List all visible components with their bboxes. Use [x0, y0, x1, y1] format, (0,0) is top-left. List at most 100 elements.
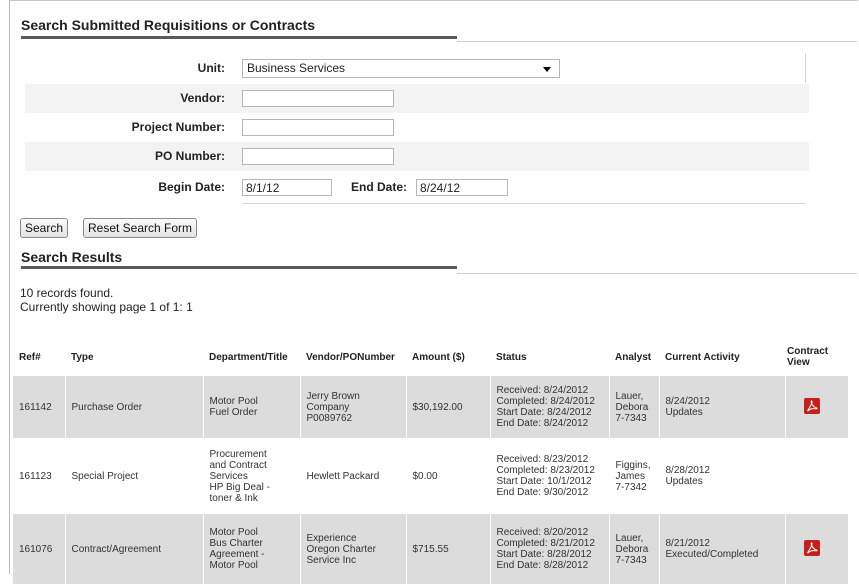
contract-view-cell [785, 514, 849, 584]
amount-cell: $30,192.00 [406, 376, 491, 438]
table-row[interactable]: 161142 Purchase Order Motor Pool Fuel Order… [13, 376, 849, 438]
type-cell: Special Project [65, 438, 204, 514]
analyst-cell-line: 7-7342 [615, 481, 647, 493]
results-title: Search Results [21, 249, 123, 265]
status-cell-line: Received: 8/24/2012 [496, 385, 589, 396]
col-vendor[interactable]: Vendor/PONumber [300, 338, 406, 376]
type-cell: Contract/Agreement [65, 514, 204, 584]
analyst-cell: Lauer, Debora 7-7343 [609, 376, 660, 438]
status-cell: Received: 8/23/2012 Completed: 8/23/2012 S… [490, 438, 610, 514]
ref-cell: 161123 [13, 438, 66, 514]
col-current-activity[interactable]: Current Activity [659, 338, 785, 376]
status-cell-line: Received: 8/23/2012 [496, 454, 589, 465]
vendor-cell-line: Jerry Brown [306, 390, 360, 402]
table-row[interactable]: 161076 Contract/Agreement Motor Pool Bus Ch… [13, 514, 849, 584]
unit-label: Unit: [197, 61, 225, 75]
status-cell-line: Start Date: 10/1/2012 [496, 476, 592, 487]
status-cell-line: Completed: 8/23/2012 [496, 465, 595, 476]
department-cell: Procurement and Contract Services HP Big De… [203, 438, 301, 514]
department-cell: Motor Pool Fuel Order [203, 376, 301, 438]
status-cell-line: Start Date: 8/28/2012 [496, 549, 592, 560]
reset-search-form-button[interactable]: Reset Search Form [83, 218, 198, 238]
col-ref[interactable]: Ref# [13, 338, 65, 376]
page-indicator: Currently showing page 1 of 1: 1 [20, 300, 193, 314]
status-cell-line: Start Date: 8/24/2012 [496, 407, 592, 418]
activity-cell-line: Updates [665, 476, 703, 487]
department-cell-line: Agreement - [209, 549, 265, 560]
unit-select[interactable]: Business Services [242, 59, 560, 78]
department-cell-line: Motor Pool [209, 560, 258, 571]
form-right-border [805, 53, 806, 83]
department-cell: Motor Pool Bus Charter Agreement - Motor Po… [203, 514, 301, 584]
department-cell-line: Bus Charter [209, 538, 263, 549]
col-contract-view[interactable]: Contract View [785, 338, 848, 376]
department-cell-line: toner & Ink [209, 492, 258, 504]
vendor-cell-line: Hewlett Packard [306, 470, 380, 482]
form-bottom-rule [242, 203, 806, 204]
activity-cell-line: 8/21/2012 [665, 538, 711, 549]
status-cell-line: Completed: 8/24/2012 [496, 396, 595, 407]
vendor-row: Vendor: [25, 84, 809, 113]
vendor-input[interactable] [242, 90, 394, 107]
table-row[interactable]: 161123 Special Project Procurement and Cont… [13, 438, 849, 514]
col-amount[interactable]: Amount ($) [406, 338, 490, 376]
results-table: Ref# Type Department/Title Vendor/PONumb… [13, 338, 849, 584]
activity-cell-line: 8/24/2012 [665, 396, 711, 407]
project-number-label: Project Number: [131, 120, 225, 134]
po-number-label: PO Number: [154, 149, 225, 163]
department-cell-line: HP Big Deal - [209, 481, 270, 493]
vendor-cell-line: P0089762 [306, 412, 353, 424]
search-form-title-underline [21, 36, 457, 39]
amount-cell: $0.00 [406, 438, 491, 514]
begin-date-label: Begin Date: [158, 180, 225, 194]
analyst-cell-line: 7-7343 [615, 554, 647, 566]
analyst-cell-line: Figgins, [615, 459, 651, 471]
analyst-cell-line: Debora [615, 543, 649, 555]
status-cell-line: End Date: 8/28/2012 [496, 560, 589, 571]
analyst-cell-line: 7-7343 [615, 412, 647, 424]
col-department[interactable]: Department/Title [203, 338, 300, 376]
department-cell-line: and Contract [209, 459, 267, 471]
analyst-cell: Figgins, James 7-7342 [609, 438, 660, 514]
amount-cell: $715.55 [406, 514, 491, 584]
status-cell-line: End Date: 8/24/2012 [496, 418, 589, 429]
vendor-cell-line: Oregon Charter [306, 543, 376, 555]
status-cell-line: Received: 8/20/2012 [496, 527, 589, 538]
status-cell-line: End Date: 9/30/2012 [496, 487, 589, 498]
vendor-label: Vendor: [180, 91, 225, 105]
activity-cell: 8/21/2012 Executed/Completed [659, 514, 786, 584]
type-cell: Purchase Order [65, 376, 204, 438]
vendor-cell-line: Service Inc [306, 554, 356, 566]
project-number-row: Project Number: [25, 113, 809, 142]
results-header-row: Ref# Type Department/Title Vendor/PONumb… [13, 338, 848, 376]
status-cell: Received: 8/20/2012 Completed: 8/21/2012 S… [490, 514, 610, 584]
activity-cell-line: Updates [665, 407, 703, 418]
department-cell-line: Procurement [209, 448, 267, 460]
status-cell: Received: 8/24/2012 Completed: 8/24/2012 S… [490, 376, 610, 438]
ref-cell: 161142 [13, 376, 66, 438]
activity-cell-line: Executed/Completed [665, 549, 759, 560]
search-form-title-rule [457, 41, 857, 42]
po-number-row: PO Number: [25, 142, 809, 171]
end-date-input[interactable] [416, 179, 508, 196]
search-button[interactable]: Search [20, 218, 69, 238]
col-status[interactable]: Status [490, 338, 609, 376]
unit-row: Unit: Business Services [25, 54, 809, 83]
search-form-title: Search Submitted Requisitions or Contrac… [21, 17, 316, 33]
department-cell-line: Fuel Order [209, 407, 258, 418]
po-number-input[interactable] [242, 148, 394, 165]
activity-cell: 8/28/2012 Updates [659, 438, 786, 514]
pdf-icon[interactable] [803, 397, 820, 414]
analyst-cell-line: Lauer, [615, 532, 644, 544]
col-analyst[interactable]: Analyst [609, 338, 659, 376]
record-count: 10 records found. [20, 286, 114, 300]
department-cell-line: Services [209, 470, 248, 482]
col-type[interactable]: Type [65, 338, 203, 376]
status-cell-line: Completed: 8/21/2012 [496, 538, 595, 549]
vendor-cell-line: Company [306, 401, 350, 413]
project-number-input[interactable] [242, 119, 394, 136]
begin-date-input[interactable] [242, 179, 332, 196]
end-date-label: End Date: [351, 180, 408, 194]
pdf-icon[interactable] [803, 539, 820, 556]
chevron-down-icon [543, 67, 551, 72]
